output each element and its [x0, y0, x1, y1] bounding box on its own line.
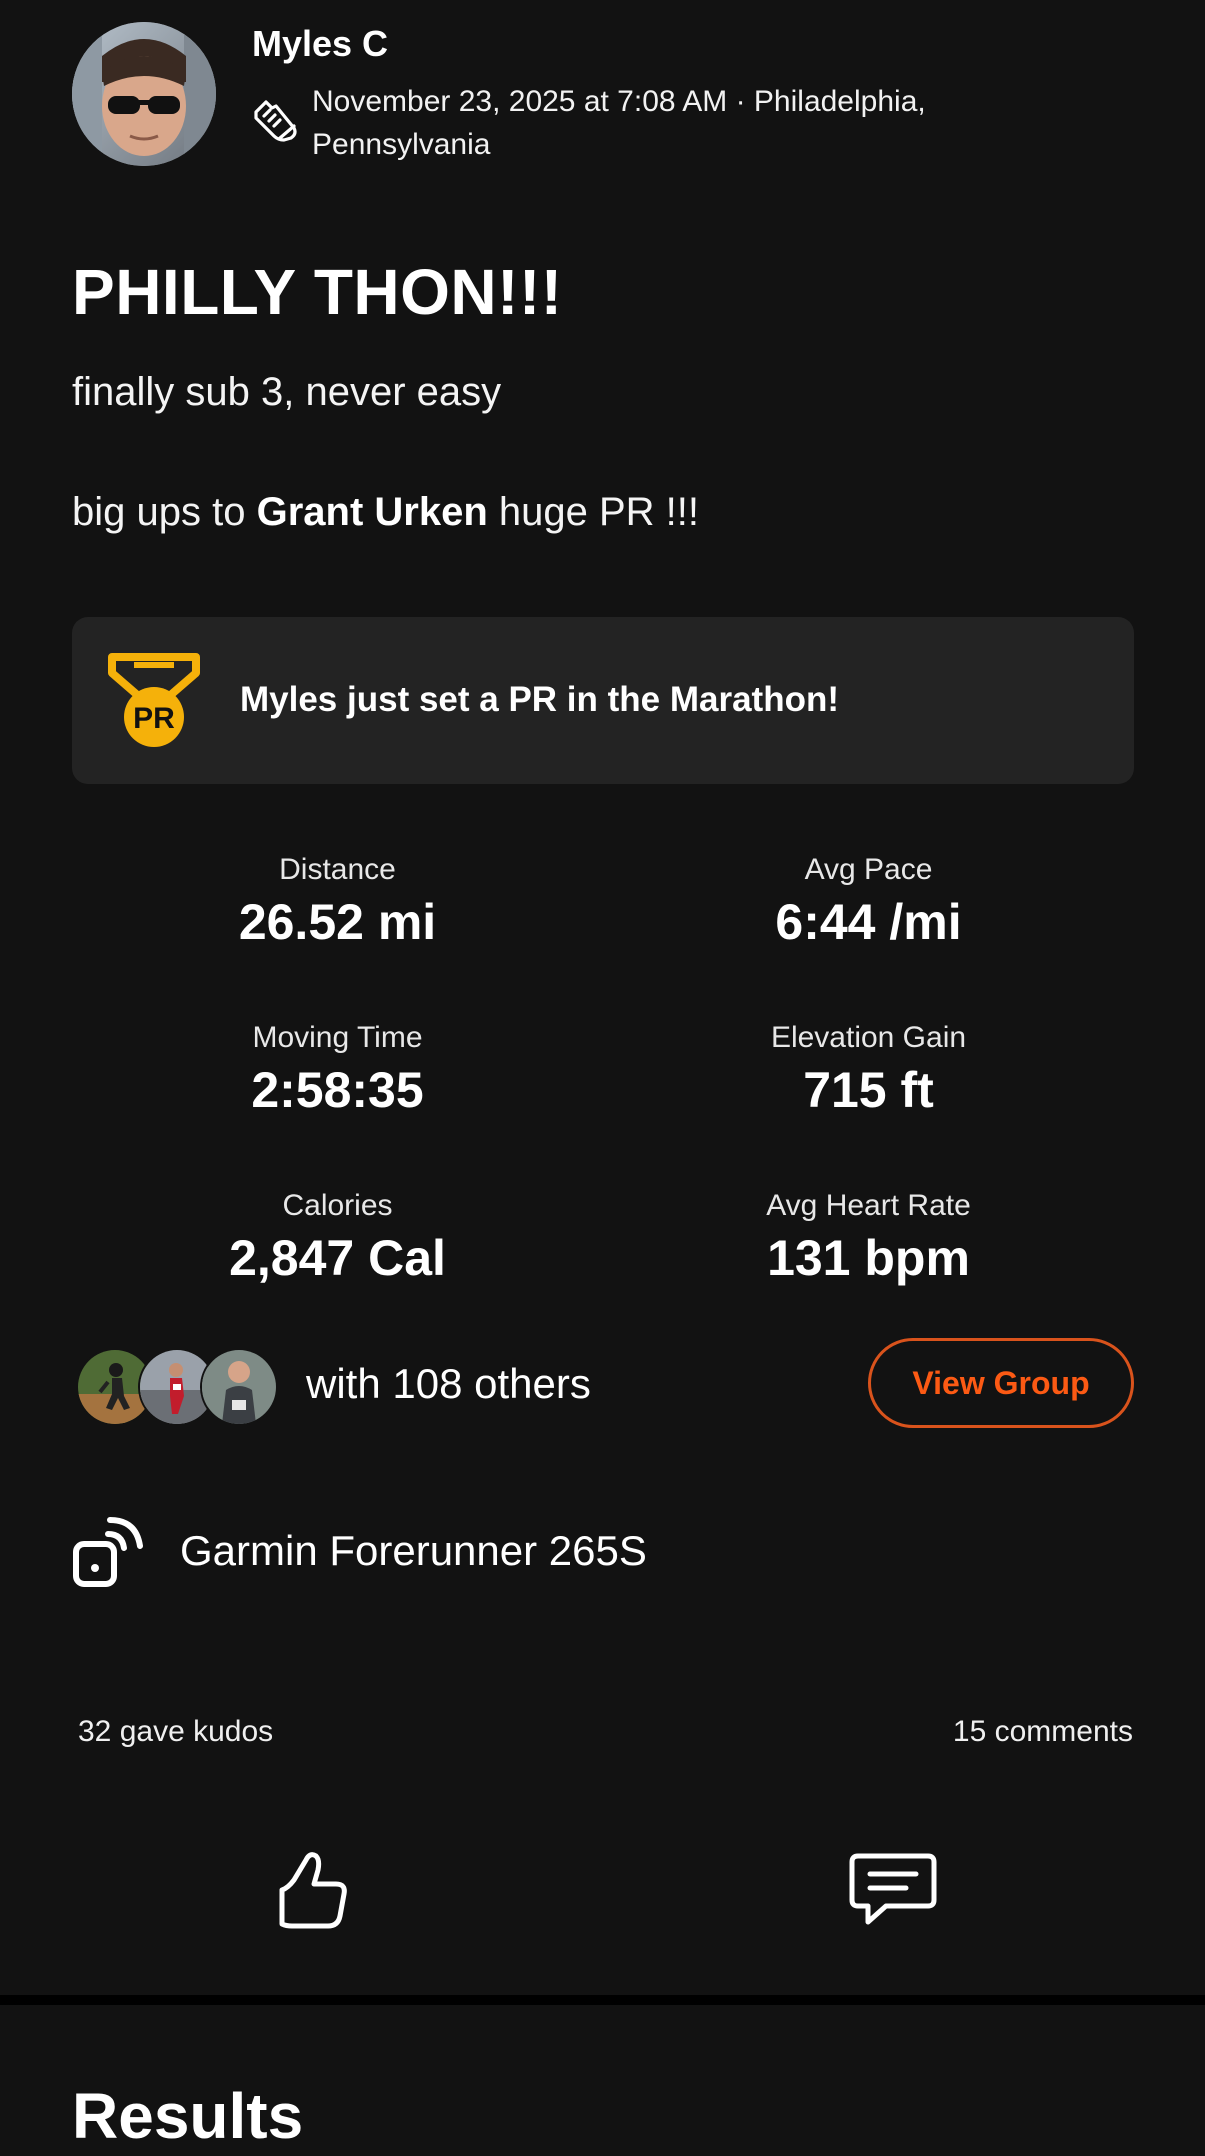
kudos-count[interactable]: 32 gave kudos [78, 1712, 273, 1752]
pr-badge-text: PR [133, 702, 175, 735]
stat-avg-pace: Avg Pace 6:44 /mi [603, 852, 1134, 954]
stat-label: Elevation Gain [770, 1021, 967, 1054]
stat-value: 6:44 /mi [775, 894, 962, 950]
activity-description-line1: finally sub 3, never easy [72, 370, 502, 414]
stat-label: Avg Heart Rate [766, 1189, 971, 1222]
stat-calories: Calories 2,847 Cal [72, 1188, 603, 1290]
comments-count[interactable]: 15 comments [953, 1712, 1133, 1752]
device-signal-icon [72, 1514, 146, 1588]
stat-value: 2,847 Cal [229, 1230, 446, 1286]
stat-avg-heart-rate: Avg Heart Rate 131 bpm [603, 1188, 1134, 1290]
group-member-avatar[interactable] [200, 1348, 278, 1426]
pr-medal-icon: PR [108, 651, 200, 751]
activity-datetime-location: November 23, 2025 at 7:08 AM · Philadelp… [312, 85, 926, 161]
stat-moving-time: Moving Time 2:58:35 [72, 1020, 603, 1122]
activity-header: Myles C November 23, 2025 at 7:08 AM · P… [72, 22, 1132, 172]
activity-description-line2: big ups to Grant Urken huge PR !!! [72, 486, 699, 538]
description-text: big ups to [72, 490, 257, 534]
pr-achievement-card[interactable]: PR Myles just set a PR in the Marathon! [72, 617, 1134, 784]
stat-label: Calories [282, 1189, 393, 1222]
stat-value: 26.52 mi [238, 894, 437, 950]
pr-message: Myles just set a PR in the Marathon! [240, 680, 839, 719]
stat-label: Avg Pace [804, 853, 933, 886]
stat-distance: Distance 26.52 mi [72, 852, 603, 954]
stat-value: 715 ft [803, 1062, 934, 1118]
activity-page: Myles C November 23, 2025 at 7:08 AM · P… [0, 0, 1205, 2152]
group-activity-row: with 108 others View Group [72, 1336, 1134, 1432]
stat-elevation-gain: Elevation Gain 715 ft [603, 1020, 1134, 1122]
comment-icon [849, 1853, 937, 1925]
comment-button[interactable] [838, 1840, 948, 1940]
device-name: Garmin Forerunner 265S [180, 1527, 647, 1574]
activity-title: PHILLY THON!!! [72, 256, 563, 328]
stat-label: Distance [279, 853, 396, 886]
athlete-mention-link[interactable]: Grant Urken [257, 490, 488, 534]
athlete-name[interactable]: Myles C [252, 22, 388, 66]
kudos-button[interactable] [258, 1840, 368, 1940]
group-others-text[interactable]: with 108 others [306, 1358, 591, 1410]
view-group-button[interactable]: View Group [868, 1338, 1134, 1428]
running-shoe-icon [250, 96, 300, 146]
stat-label: Moving Time [252, 1021, 423, 1054]
results-heading: Results [72, 2080, 304, 2152]
thumbs-up-icon [279, 1852, 347, 1929]
athlete-avatar[interactable] [72, 22, 216, 166]
section-divider [0, 1995, 1205, 2005]
stat-value: 2:58:35 [251, 1062, 424, 1118]
stat-value: 131 bpm [767, 1230, 970, 1286]
description-text: huge PR !!! [487, 490, 699, 534]
